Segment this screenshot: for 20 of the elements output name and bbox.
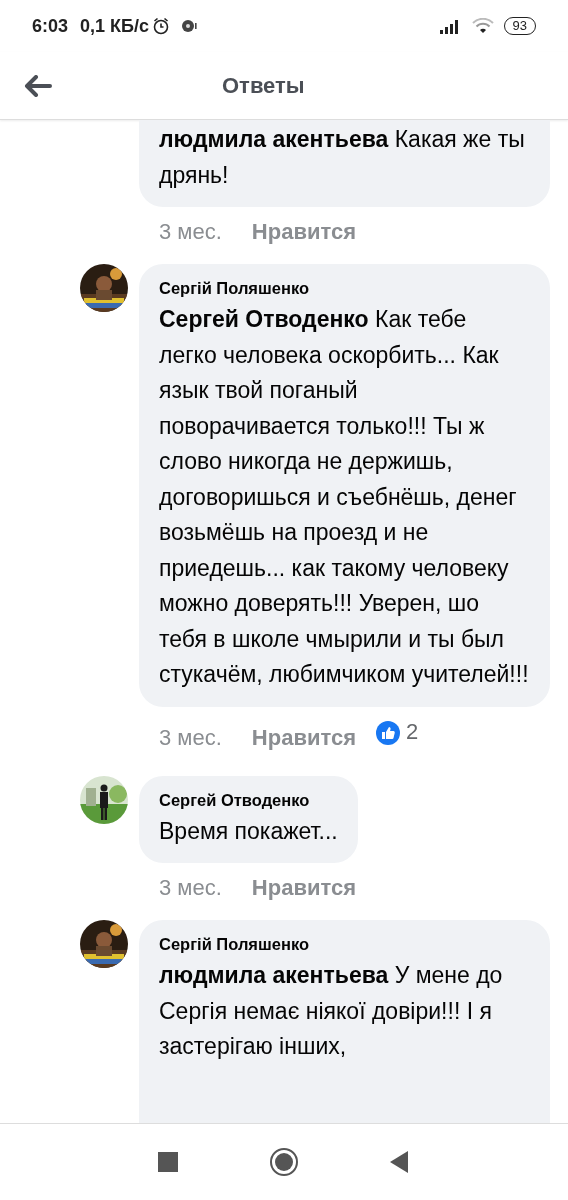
comment-time: 3 мес.: [159, 723, 222, 752]
comment-text: людмила акентьева У мене до Сергія немає ніякої довіри!!! І я застерігаю інших,: [159, 961, 504, 1061]
comment-time: 3 мес.: [159, 874, 222, 902]
wifi-icon: [471, 18, 494, 34]
alarm-icon: [152, 17, 170, 35]
comment-text: Сергей Отводенко Как тебе легко человека оскорбить... Как язык твой поганый поворачивается только!!! Ты ж слово никогда не держишь, договоришься и съебнёшь, денег возьмёшь на проезд и не приедешь... как такому человеку можно доверять!!! Уверен, шо тебя в школе чмырили и ты был стукачём, любимчиком учителей!!!: [159, 305, 530, 689]
reaction-count: 2: [406, 717, 419, 746]
thumbs-up-icon: [376, 721, 400, 745]
comment-author[interactable]: Сергій Поляшенко: [159, 276, 530, 300]
page-title: Ответы: [222, 72, 305, 100]
notification-icon: [180, 18, 198, 34]
comment-author[interactable]: Сергій Поляшенко: [159, 932, 530, 956]
home-button[interactable]: [270, 1148, 298, 1176]
comment-time: 3 мес.: [159, 218, 222, 246]
comment-text: Время покажет...: [159, 816, 338, 846]
back-nav-button[interactable]: [390, 1151, 410, 1173]
network-speed: 0,1 КБ/с: [80, 14, 149, 38]
status-time: 6:03: [32, 14, 69, 38]
comment-text: людмила акентьева Какая же ты дрянь!: [159, 125, 526, 190]
comment-author[interactable]: Сергей Отводенко: [159, 787, 338, 812]
